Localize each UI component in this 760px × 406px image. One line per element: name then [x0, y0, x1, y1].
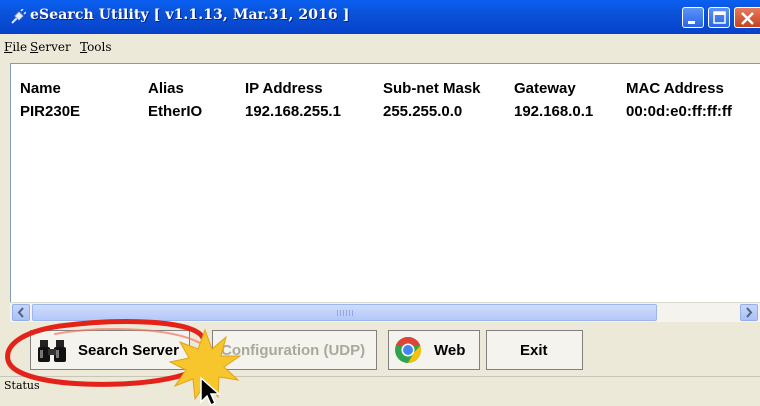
maximize-icon: [713, 11, 726, 24]
configuration-udp-label: Configuration (UDP): [221, 342, 366, 359]
web-button[interactable]: Web: [388, 330, 480, 370]
menu-server[interactable]: Server: [30, 40, 71, 54]
column-subnet[interactable]: Sub-net Mask: [383, 80, 481, 97]
scroll-right-button[interactable]: [740, 304, 758, 321]
column-alias[interactable]: Alias: [148, 80, 184, 97]
chrome-icon: [395, 337, 421, 363]
cell-name: PIR230E: [20, 103, 81, 120]
maximize-button[interactable]: [708, 7, 730, 28]
window-title: eSearch Utility [ v1.1.13, Mar.31, 2016 …: [30, 7, 350, 23]
scroll-thumb[interactable]: [32, 304, 657, 321]
configuration-udp-button[interactable]: Configuration (UDP): [212, 330, 377, 370]
cell-alias: EtherIO: [148, 103, 203, 120]
column-ip[interactable]: IP Address: [245, 80, 323, 97]
cell-mac: 00:0d:e0:ff:ff:ff: [626, 103, 732, 120]
column-gateway[interactable]: Gateway: [514, 80, 576, 97]
column-mac[interactable]: MAC Address: [626, 80, 724, 97]
cell-gateway: 192.168.0.1: [514, 103, 594, 120]
horizontal-scrollbar[interactable]: [10, 302, 760, 322]
close-icon: [741, 12, 754, 25]
cell-ip: 192.168.255.1: [245, 103, 341, 120]
minimize-button[interactable]: [682, 7, 704, 28]
status-text: Status: [4, 379, 40, 392]
menu-tools[interactable]: Tools: [80, 40, 112, 54]
scroll-left-button[interactable]: [12, 304, 30, 321]
server-list[interactable]: Name Alias IP Address Sub-net Mask Gatew…: [10, 63, 760, 322]
search-server-button[interactable]: Search Server: [30, 330, 190, 370]
menu-bar: File Server Tools: [0, 34, 760, 60]
web-label: Web: [434, 342, 466, 359]
exit-button[interactable]: Exit: [486, 330, 583, 370]
plug-icon: [11, 9, 26, 24]
menu-file[interactable]: File: [4, 40, 27, 54]
scroll-grip: [337, 310, 355, 316]
column-name[interactable]: Name: [20, 80, 61, 97]
search-server-label: Search Server: [78, 342, 179, 359]
close-button[interactable]: [734, 7, 760, 28]
status-bar: Status: [0, 376, 760, 406]
chevron-left-icon: [17, 307, 24, 318]
minimize-icon: [688, 21, 695, 24]
exit-label: Exit: [520, 342, 548, 359]
app-window: eSearch Utility [ v1.1.13, Mar.31, 2016 …: [0, 0, 760, 406]
binoculars-icon: [38, 340, 66, 362]
chevron-right-icon: [746, 307, 753, 318]
title-bar[interactable]: eSearch Utility [ v1.1.13, Mar.31, 2016 …: [0, 0, 760, 34]
cell-subnet: 255.255.0.0: [383, 103, 463, 120]
